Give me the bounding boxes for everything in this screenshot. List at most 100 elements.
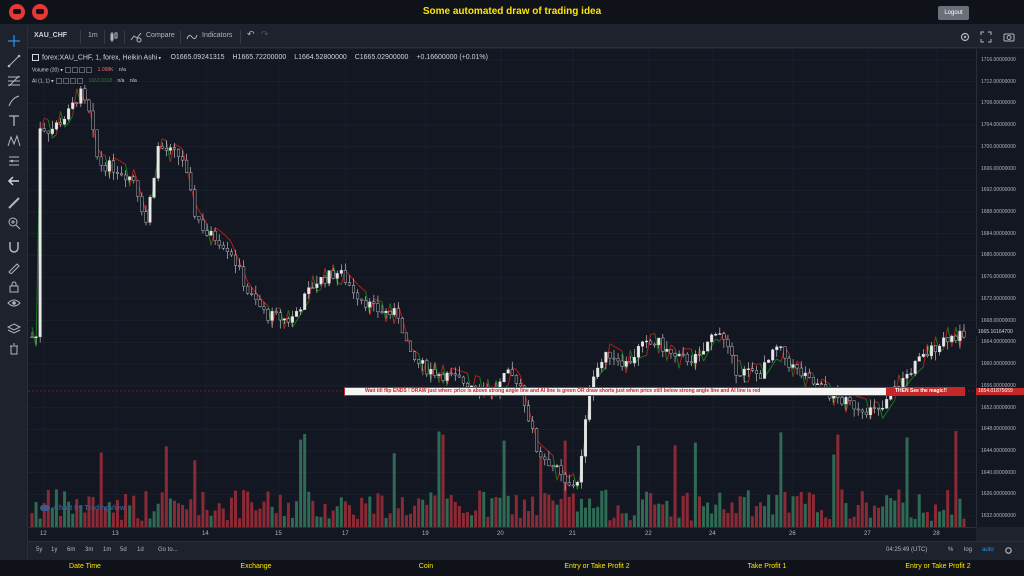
volume-bar xyxy=(718,492,722,527)
candle-body xyxy=(514,375,518,384)
volume-bar xyxy=(909,517,913,527)
log-toggle[interactable]: log xyxy=(964,547,972,553)
volume-bar xyxy=(58,516,62,527)
volume-bar xyxy=(840,489,844,527)
collapse-legend-icon[interactable] xyxy=(32,54,39,61)
volume-bar xyxy=(697,496,701,527)
brush-icon[interactable] xyxy=(7,94,21,108)
fib-retracement-icon[interactable] xyxy=(7,74,21,88)
price-axis[interactable]: 1716.00000000 1712.00000000 1708.00000000 1… xyxy=(976,49,1024,527)
candle-body xyxy=(181,156,185,161)
text-tool-icon[interactable] xyxy=(7,114,21,128)
candle-body xyxy=(177,148,181,157)
candle-style-icon[interactable] xyxy=(108,31,120,43)
volume-bar xyxy=(632,515,636,527)
fullscreen-icon[interactable] xyxy=(980,31,992,43)
ai-line-segment xyxy=(906,379,912,385)
range-button-3m[interactable]: 3m xyxy=(85,547,93,553)
magnet-icon[interactable] xyxy=(7,240,21,254)
pattern-icon[interactable] xyxy=(7,134,21,148)
logout-button[interactable]: Logout xyxy=(938,6,969,20)
range-button-1d[interactable]: 1d xyxy=(137,547,144,553)
series-name[interactable]: forex:XAU_CHF, 1, forex, Heikin Ashi xyxy=(42,54,157,61)
percent-toggle[interactable]: % xyxy=(948,547,953,553)
candle-body xyxy=(115,171,119,174)
eye-icon[interactable] xyxy=(7,296,21,310)
goto-button[interactable]: Go to... xyxy=(158,547,178,553)
info-footer: Date Time Exchange Coin Entry or Take Profi… xyxy=(0,560,1024,576)
candle-body xyxy=(193,189,197,217)
candle-body xyxy=(103,165,107,172)
price-tick-label: 1716.00000000 xyxy=(981,56,1016,63)
volume-bar xyxy=(779,432,783,527)
volume-bar xyxy=(478,490,482,527)
ai-line-segment xyxy=(674,348,680,369)
layers-icon[interactable] xyxy=(7,322,21,336)
time-axis[interactable]: 12 13 14 15 17 19 20 21 22 24 26 27 28 xyxy=(28,527,976,541)
volume-bar xyxy=(710,513,714,527)
cloud-icon xyxy=(40,505,50,512)
volume-bar xyxy=(775,495,779,527)
indicators-button[interactable]: Indicators xyxy=(202,32,232,39)
lock-drawing-icon[interactable] xyxy=(7,260,21,274)
range-button-6m[interactable]: 6m xyxy=(67,547,75,553)
range-button-1m[interactable]: 1m xyxy=(103,547,111,553)
ai-label[interactable]: AI (1, 1) xyxy=(32,78,50,84)
ai-line-segment xyxy=(451,367,456,370)
volume-bar xyxy=(238,518,242,527)
volume-bar xyxy=(404,515,408,527)
volume-bar xyxy=(571,493,575,527)
ai-line-segment xyxy=(878,402,884,419)
interval-selector[interactable]: 1m xyxy=(88,32,98,39)
volume-bar xyxy=(498,497,502,527)
auto-toggle[interactable]: auto xyxy=(982,547,994,553)
candle-body xyxy=(567,482,571,486)
ai-line-segment xyxy=(463,371,468,374)
range-button-1y[interactable]: 1y xyxy=(51,547,57,553)
candle-body xyxy=(233,254,237,266)
symbol-selector[interactable]: XAU_CHF xyxy=(34,32,67,39)
camera-icon[interactable] xyxy=(1003,31,1015,43)
undo-icon[interactable]: ↶ xyxy=(247,29,255,40)
candle-body xyxy=(653,343,657,346)
volume-bar xyxy=(555,504,559,527)
candle-body xyxy=(624,361,628,367)
volume-bar xyxy=(429,492,433,527)
ai-line-segment xyxy=(670,344,676,349)
volume-bar xyxy=(95,509,99,527)
candle-body xyxy=(925,353,929,357)
volume-label[interactable]: Volume (20) xyxy=(32,67,59,73)
trend-line-icon[interactable] xyxy=(7,54,21,68)
volume-bar xyxy=(425,504,429,527)
compare-icon[interactable] xyxy=(130,31,142,43)
redo-icon[interactable]: ↷ xyxy=(261,29,269,40)
zoom-in-icon[interactable] xyxy=(7,216,21,230)
axis-settings-icon[interactable] xyxy=(1004,546,1013,555)
range-button-5y[interactable]: 5y xyxy=(36,547,42,553)
candle-body xyxy=(156,146,160,179)
ruler-icon[interactable] xyxy=(7,196,21,210)
candle-body xyxy=(579,456,583,483)
indicators-icon[interactable] xyxy=(186,31,198,43)
volume-bar xyxy=(38,518,42,527)
candle-body xyxy=(299,309,303,312)
ai-line-segment xyxy=(910,374,916,380)
volume-bar xyxy=(868,517,872,527)
settings-gear-icon[interactable] xyxy=(959,31,971,43)
compare-button[interactable]: Compare xyxy=(146,32,175,39)
price-tick-label: 1700.00000000 xyxy=(981,143,1016,150)
volume-bar xyxy=(502,440,506,527)
range-button-5d[interactable]: 5d xyxy=(120,547,127,553)
ai-line-segment xyxy=(548,451,554,456)
lock-icon[interactable] xyxy=(7,280,21,294)
price-chart[interactable] xyxy=(28,49,976,527)
crosshair-icon[interactable] xyxy=(7,34,21,48)
prediction-icon[interactable] xyxy=(7,154,21,168)
volume-bar xyxy=(299,439,303,527)
trash-icon[interactable] xyxy=(7,342,21,356)
candle-body xyxy=(738,375,742,377)
volume-bar xyxy=(677,517,681,527)
volume-bar xyxy=(559,498,563,527)
candle-body xyxy=(87,99,91,112)
back-arrow-icon[interactable] xyxy=(7,174,21,188)
